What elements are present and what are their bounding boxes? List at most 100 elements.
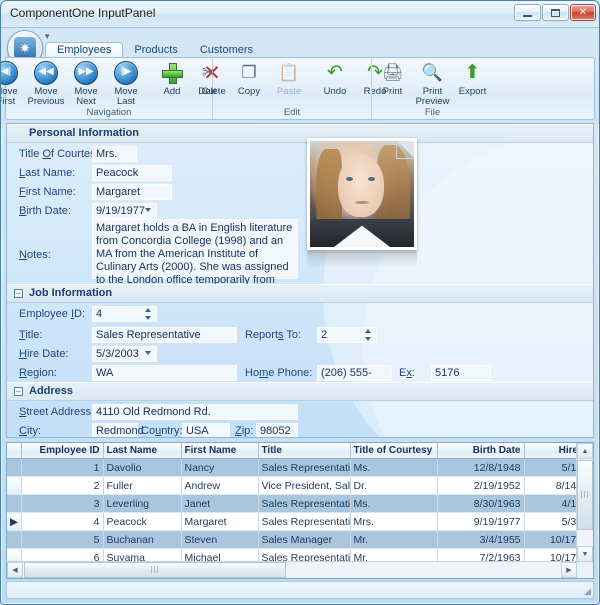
table-row[interactable]: 3 Leverling Janet Sales Representati Ms.…	[7, 495, 577, 513]
move-last-button[interactable]: |▶ Move Last	[106, 60, 146, 107]
row-marker[interactable]	[7, 549, 21, 563]
cell-first-name[interactable]: Andrew	[181, 477, 258, 495]
table-row[interactable]: 6 Suyama Michael Sales Representati Mr. …	[7, 549, 577, 563]
move-next-button[interactable]: ▶▶ Move Next	[66, 60, 106, 107]
scroll-down-button[interactable]: ▼	[577, 546, 593, 562]
table-row[interactable]: 2 Fuller Andrew Vice President, Sal Dr. …	[7, 477, 577, 495]
export-button[interactable]: ⬆ Export	[453, 60, 493, 97]
cell-title[interactable]: Sales Representati	[258, 513, 350, 531]
cell-title[interactable]: Sales Representati	[258, 549, 350, 563]
grid-vertical-scrollbar[interactable]: ▲ ||| ▼	[576, 443, 593, 562]
cell-employee-id[interactable]: 5	[21, 531, 103, 549]
cell-title[interactable]: Vice President, Sal	[258, 477, 350, 495]
field-zip[interactable]: 98052	[256, 423, 298, 438]
cell-title[interactable]: Sales Representati	[258, 495, 350, 513]
cell-first-name[interactable]: Margaret	[181, 513, 258, 531]
cell-hire-date[interactable]: 10/17/1993	[524, 531, 577, 549]
collapse-toggle-address[interactable]: –	[14, 387, 23, 396]
field-first-name[interactable]: Margaret	[92, 184, 172, 200]
cell-last-name[interactable]: Buchanan	[103, 531, 181, 549]
cell-title-of-courtesy[interactable]: Ms.	[350, 495, 437, 513]
field-home-phone[interactable]: (206) 555-8122	[317, 365, 392, 381]
table-row[interactable]: 1 Davolio Nancy Sales Representati Ms. 1…	[7, 459, 577, 477]
tab-employees[interactable]: Employees	[45, 42, 123, 58]
close-button[interactable]: ✕	[570, 4, 596, 21]
move-previous-button[interactable]: ◀◀ Move Previous	[26, 60, 66, 107]
row-header-corner[interactable]	[7, 443, 21, 459]
resize-grip-icon[interactable]: ◢	[580, 586, 591, 597]
cell-employee-id[interactable]: 4	[21, 513, 103, 531]
maximize-button[interactable]	[542, 4, 569, 21]
cell-birth-date[interactable]: 12/8/1948	[437, 459, 524, 477]
field-ext[interactable]: 5176	[431, 365, 491, 381]
cell-hire-date[interactable]: 5/3/2003	[524, 513, 577, 531]
quick-access-toolbar-chevron-down-icon[interactable]: ▾	[45, 31, 50, 42]
cell-hire-date[interactable]: 10/17/1993	[524, 549, 577, 563]
cell-title[interactable]: Sales Representati	[258, 459, 350, 477]
cell-birth-date[interactable]: 9/19/1977	[437, 513, 524, 531]
cell-hire-date[interactable]: 8/14/1992	[524, 477, 577, 495]
row-marker[interactable]	[7, 459, 21, 477]
cell-title-of-courtesy[interactable]: Dr.	[350, 477, 437, 495]
cut-button[interactable]: ✂ Cut	[189, 60, 229, 97]
column-header-birth-date[interactable]: Birth Date	[437, 443, 524, 459]
field-street-address[interactable]: 4110 Old Redmond Rd.	[92, 404, 298, 420]
cell-first-name[interactable]: Michael	[181, 549, 258, 563]
print-preview-button[interactable]: 🔍 Print Preview	[413, 60, 453, 107]
row-marker[interactable]	[7, 531, 21, 549]
cell-hire-date[interactable]: 4/1/1992	[524, 495, 577, 513]
cell-employee-id[interactable]: 6	[21, 549, 103, 563]
field-notes[interactable]: Margaret holds a BA in English literatur…	[92, 219, 298, 279]
column-header-title-of-courtesy[interactable]: Title of Courtesy	[350, 443, 437, 459]
column-header-title[interactable]: Title	[258, 443, 350, 459]
scroll-right-button[interactable]: ▶	[561, 562, 577, 578]
field-country[interactable]: USA	[182, 423, 230, 438]
copy-button[interactable]: ❐ Copy	[229, 60, 269, 97]
scroll-up-button[interactable]: ▲	[577, 443, 593, 459]
tab-customers[interactable]: Customers	[189, 43, 264, 58]
add-button[interactable]: Add	[152, 60, 192, 97]
print-button[interactable]: 🖨 Print	[373, 60, 413, 97]
paste-button[interactable]: 📋 Paste	[269, 60, 309, 97]
vertical-scroll-thumb[interactable]: |||	[577, 460, 593, 530]
field-region[interactable]: WA	[92, 365, 237, 381]
reports-to-spinner[interactable]	[365, 329, 372, 341]
cell-birth-date[interactable]: 3/4/1955	[437, 531, 524, 549]
cell-birth-date[interactable]: 2/19/1952	[437, 477, 524, 495]
cell-first-name[interactable]: Steven	[181, 531, 258, 549]
row-marker[interactable]	[7, 495, 21, 513]
table-row-selected[interactable]: ▶ 4 Peacock Margaret Sales Representati …	[7, 513, 577, 531]
column-header-hire-date[interactable]: Hire Date	[524, 443, 577, 459]
column-header-employee-id[interactable]: Employee ID	[21, 443, 103, 459]
cell-first-name[interactable]: Nancy	[181, 459, 258, 477]
move-first-button[interactable]: ◀| Move First	[0, 60, 26, 107]
cell-title-of-courtesy[interactable]: Mrs.	[350, 513, 437, 531]
cell-birth-date[interactable]: 7/2/1963	[437, 549, 524, 563]
cell-last-name[interactable]: Peacock	[103, 513, 181, 531]
collapse-toggle-job-information[interactable]: –	[14, 289, 23, 298]
cell-title-of-courtesy[interactable]: Mr.	[350, 549, 437, 563]
cell-birth-date[interactable]: 8/30/1963	[437, 495, 524, 513]
table-row[interactable]: 5 Buchanan Steven Sales Manager Mr. 3/4/…	[7, 531, 577, 549]
field-title-of-courtesy[interactable]: Mrs.	[92, 146, 137, 162]
cell-first-name[interactable]: Janet	[181, 495, 258, 513]
row-marker[interactable]	[7, 477, 21, 495]
cell-last-name[interactable]: Fuller	[103, 477, 181, 495]
field-last-name[interactable]: Peacock	[92, 165, 172, 181]
cell-hire-date[interactable]: 5/1/1992	[524, 459, 577, 477]
column-header-first-name[interactable]: First Name	[181, 443, 258, 459]
undo-button[interactable]: ↶ Undo	[315, 60, 355, 97]
field-city[interactable]: Redmond	[92, 423, 138, 438]
cell-last-name[interactable]: Suyama	[103, 549, 181, 563]
cell-employee-id[interactable]: 1	[21, 459, 103, 477]
cell-title[interactable]: Sales Manager	[258, 531, 350, 549]
scroll-left-button[interactable]: ◀	[7, 562, 23, 578]
employee-id-spinner[interactable]	[145, 308, 152, 320]
field-title[interactable]: Sales Representative	[92, 327, 237, 343]
cell-last-name[interactable]: Davolio	[103, 459, 181, 477]
grid-horizontal-scrollbar[interactable]: ◀ ||| ▶	[7, 561, 577, 578]
cell-employee-id[interactable]: 3	[21, 495, 103, 513]
cell-employee-id[interactable]: 2	[21, 477, 103, 495]
column-header-last-name[interactable]: Last Name	[103, 443, 181, 459]
tab-products[interactable]: Products	[123, 43, 188, 58]
